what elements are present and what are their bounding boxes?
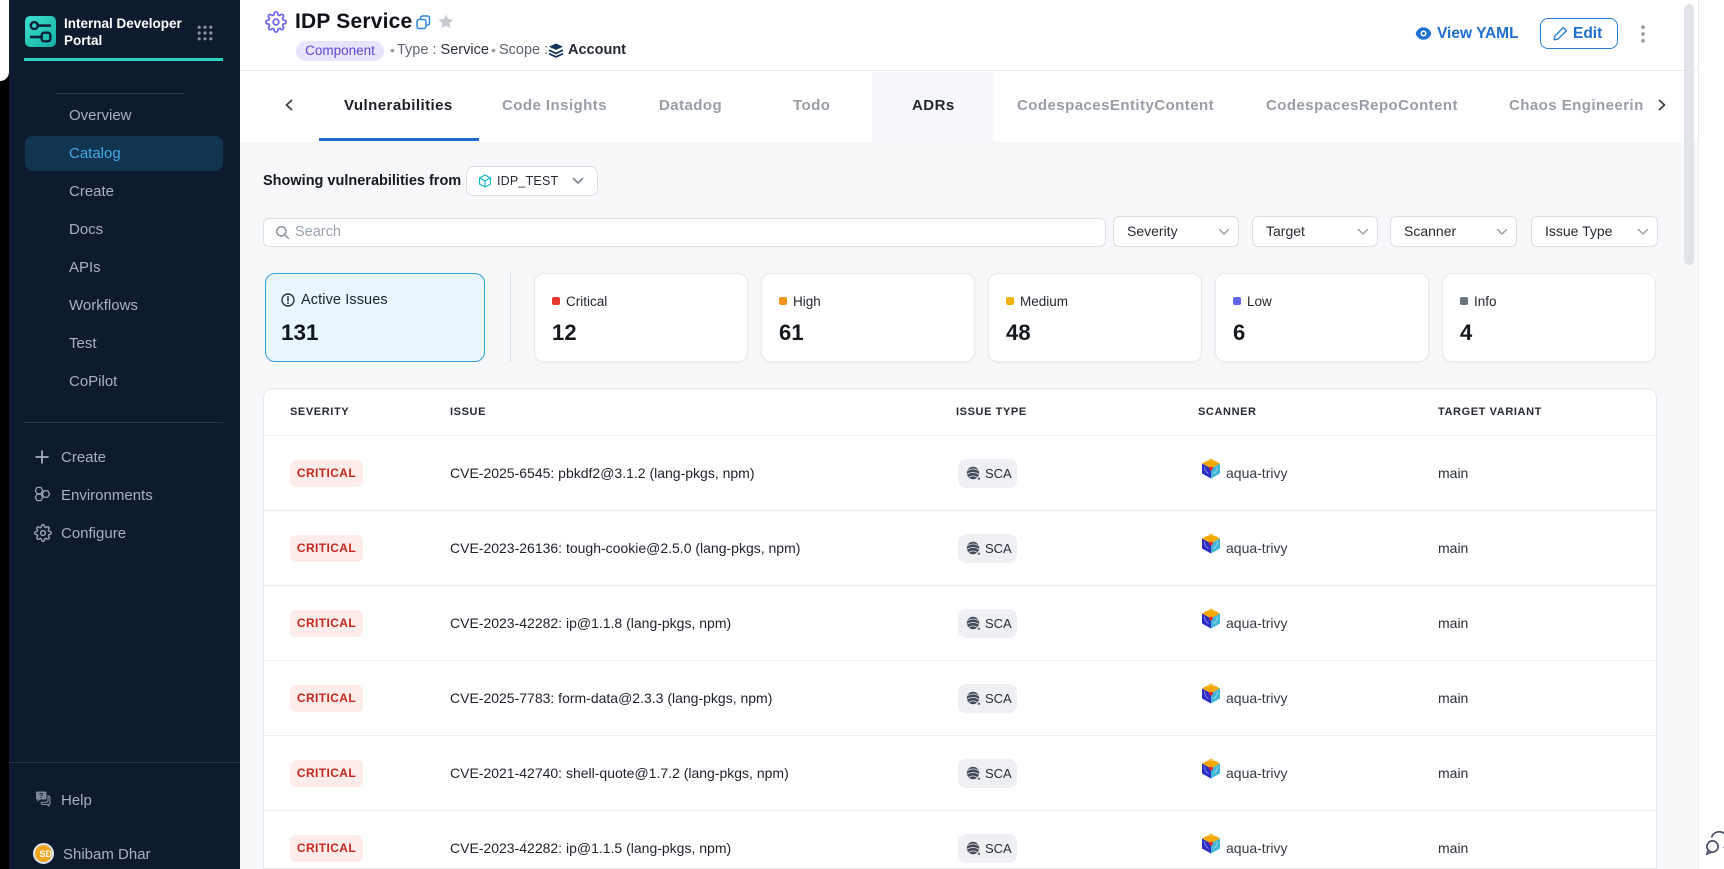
svg-text:?: ? <box>39 791 44 800</box>
